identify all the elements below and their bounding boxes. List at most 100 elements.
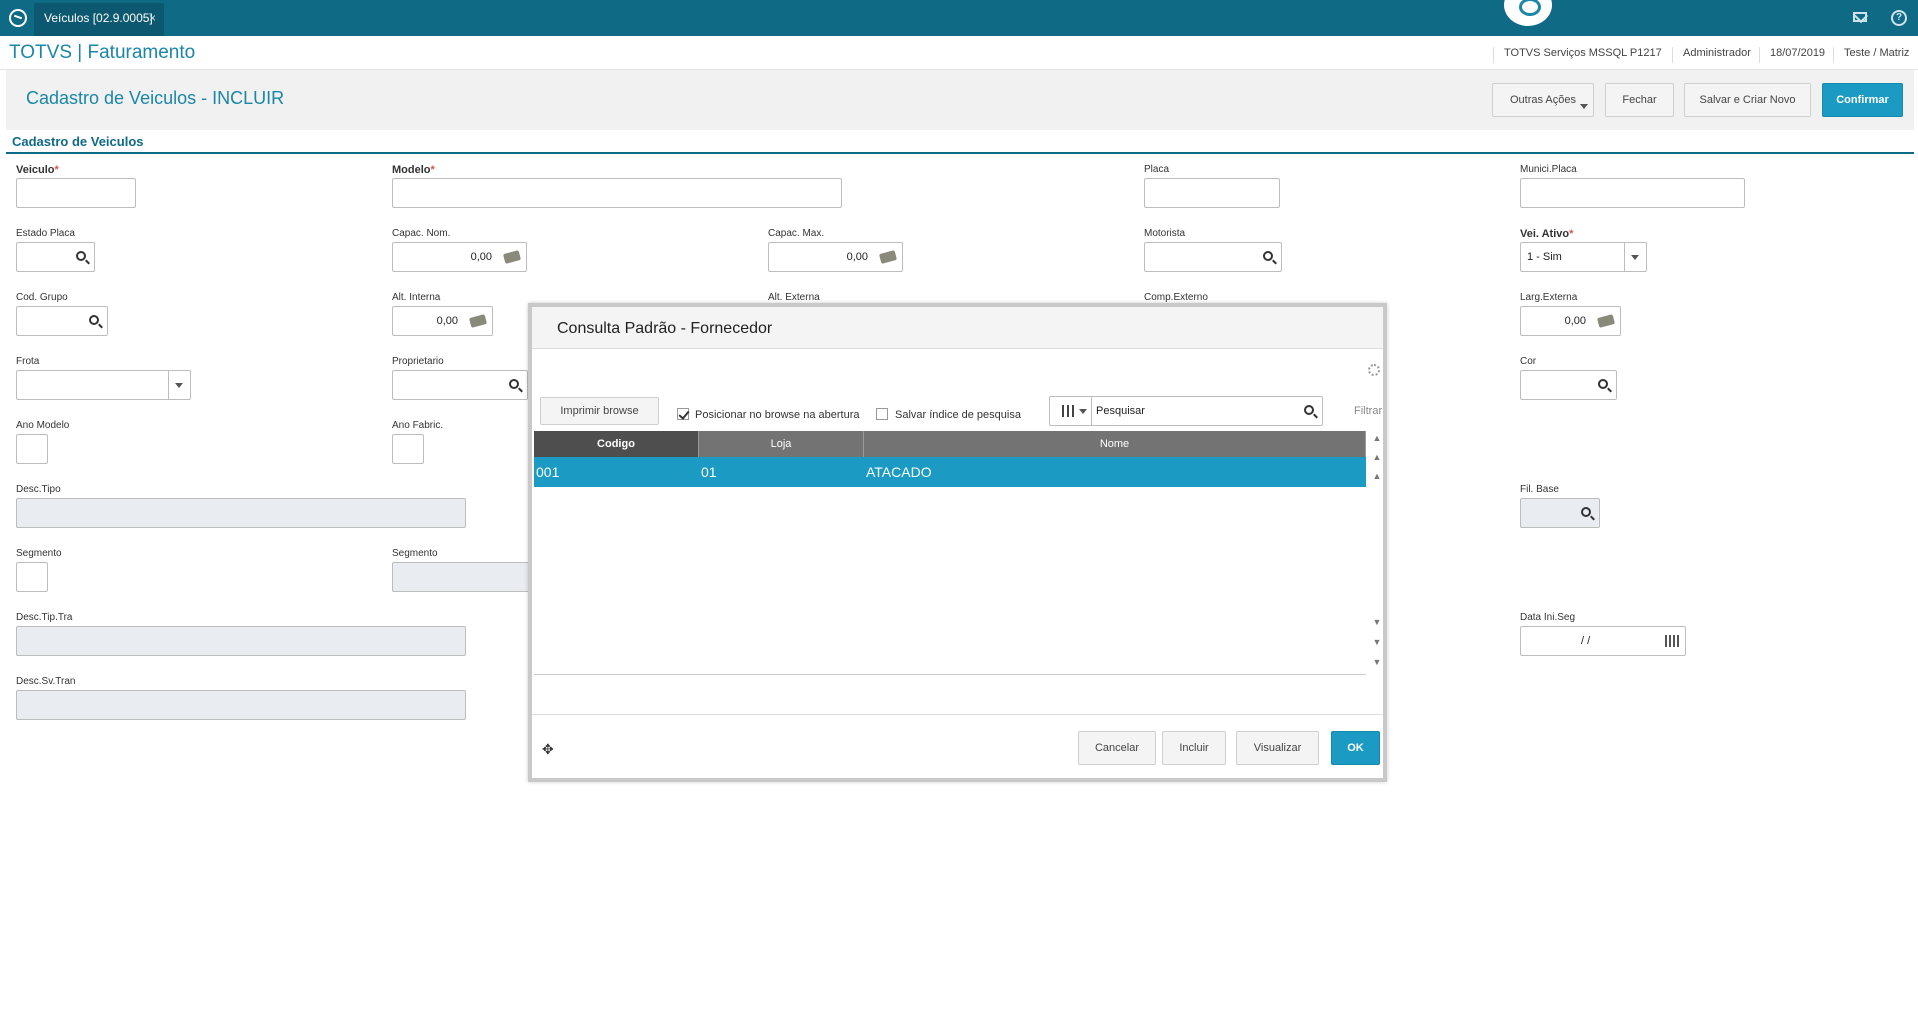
munici-placa-input[interactable] — [1520, 178, 1745, 208]
chevron-down-icon[interactable] — [168, 371, 190, 399]
scroll-up-icon[interactable]: ▲ — [1370, 471, 1384, 487]
calendar-icon[interactable] — [1665, 635, 1679, 647]
munici-placa-label: Munici.Placa — [1520, 164, 1577, 175]
outras-acoes-button[interactable]: Outras Ações — [1492, 83, 1594, 117]
search-icon[interactable] — [89, 315, 99, 325]
cor-input[interactable] — [1520, 370, 1617, 400]
ano-fabric-input[interactable] — [392, 434, 424, 464]
chevron-down-icon — [1580, 104, 1588, 109]
search-icon[interactable] — [1581, 507, 1591, 517]
scroll-page-down-icon[interactable]: ▼ — [1370, 637, 1384, 653]
calculator-icon[interactable] — [468, 314, 488, 328]
larg-externa-input[interactable]: 0,00 — [1520, 306, 1621, 336]
vei-ativo-label: Vei. Ativo* — [1520, 228, 1574, 240]
user-info: Administrador — [1672, 47, 1751, 63]
move-icon[interactable]: ✥ — [542, 741, 554, 758]
calculator-icon[interactable] — [1596, 314, 1616, 328]
filtrar-link[interactable]: Filtrar — [1354, 405, 1382, 417]
server-info: TOTVS Serviços MSSQL P1217 — [1493, 47, 1662, 63]
scroll-bottom-icon[interactable]: ▼ — [1370, 657, 1384, 673]
proprietario-input[interactable] — [392, 370, 528, 400]
ok-button[interactable]: OK — [1331, 731, 1380, 765]
ano-modelo-label: Ano Modelo — [16, 420, 70, 431]
placa-label: Placa — [1144, 164, 1170, 175]
alt-externa-label: Alt. Externa — [768, 292, 820, 303]
modelo-input[interactable] — [392, 178, 842, 208]
salvar-indice-checkbox[interactable] — [876, 408, 888, 420]
frota-label: Frota — [16, 356, 40, 367]
ano-modelo-input[interactable] — [16, 434, 48, 464]
estado-placa-input[interactable] — [16, 242, 95, 272]
capac-max-label: Capac. Max. — [768, 228, 825, 239]
data-ini-seg-input[interactable]: / / — [1520, 626, 1686, 656]
column-nome[interactable]: Nome — [864, 431, 1366, 457]
frota-select[interactable] — [16, 370, 191, 400]
scroll-page-up-icon[interactable]: ▲ — [1370, 452, 1384, 468]
column-codigo[interactable]: Codigo — [534, 431, 699, 457]
segmento-input[interactable] — [16, 562, 48, 592]
vei-ativo-value: 1 - Sim — [1527, 251, 1562, 263]
search-icon[interactable] — [76, 251, 86, 261]
grid-header: Codigo Loja Nome — [534, 431, 1366, 457]
scroll-down-icon[interactable]: ▼ — [1370, 617, 1384, 633]
incluir-button[interactable]: Incluir — [1162, 731, 1226, 765]
visualizar-button[interactable]: Visualizar — [1236, 731, 1319, 765]
consulta-padrao-dialog: Consulta Padrão - Fornecedor Imprimir br… — [528, 303, 1387, 782]
capac-max-input[interactable]: 0,00 — [768, 242, 903, 272]
motorista-label: Motorista — [1144, 228, 1186, 239]
section-title: Cadastro de Veiculos — [12, 134, 144, 149]
date-info: 18/07/2019 — [1759, 47, 1825, 63]
outras-acoes-label: Outras Ações — [1509, 94, 1577, 106]
help-icon[interactable]: ? — [1891, 10, 1907, 26]
alt-interna-input[interactable]: 0,00 — [392, 306, 493, 336]
home-icon[interactable] — [9, 9, 27, 27]
salvar-criar-novo-button[interactable]: Salvar e Criar Novo — [1684, 83, 1811, 117]
fechar-button[interactable]: Fechar — [1605, 83, 1674, 117]
fil-base-input[interactable] — [1520, 498, 1600, 528]
branch-info: Teste / Matriz — [1833, 47, 1909, 63]
search-icon[interactable] — [509, 379, 519, 389]
cod-grupo-input[interactable] — [16, 306, 108, 336]
veiculo-input[interactable] — [16, 178, 136, 208]
capac-max-value: 0,00 — [846, 251, 868, 263]
tab-veiculos[interactable]: Veículos [02.9.0005] × — [34, 3, 164, 36]
search-icon[interactable] — [1263, 251, 1273, 261]
pesquisar-input[interactable]: Pesquisar — [1049, 396, 1323, 426]
chat-icon[interactable] — [1504, 0, 1552, 26]
proprietario-label: Proprietario — [392, 356, 444, 367]
tab-close-icon[interactable]: × — [149, 3, 156, 33]
columns-icon[interactable] — [1054, 397, 1092, 425]
tab-label: Veículos [02.9.0005] — [44, 11, 153, 25]
chevron-down-icon[interactable] — [1624, 243, 1646, 271]
search-icon[interactable] — [1304, 405, 1314, 415]
capac-nom-input[interactable]: 0,00 — [392, 242, 527, 272]
calculator-icon[interactable] — [878, 250, 898, 264]
desc-tip-tra-label: Desc.Tip.Tra — [16, 612, 73, 623]
posicionar-label: Posicionar no browse na abertura — [695, 409, 860, 421]
cod-grupo-label: Cod. Grupo — [16, 292, 68, 303]
imprimir-browse-button[interactable]: Imprimir browse — [540, 397, 659, 425]
desc-sv-tran-label: Desc.Sv.Tran — [16, 676, 76, 687]
scroll-top-icon[interactable]: ▲ — [1370, 433, 1384, 449]
cancelar-button[interactable]: Cancelar — [1078, 731, 1156, 765]
capac-nom-value: 0,00 — [470, 251, 492, 263]
desc-tip-tra-input — [16, 626, 466, 656]
salvar-indice-label: Salvar índice de pesquisa — [895, 409, 1021, 421]
capac-nom-label: Capac. Nom. — [392, 228, 451, 239]
segmento-label: Segmento — [16, 548, 62, 559]
estado-placa-label: Estado Placa — [16, 228, 75, 239]
action-bar: Cadastro de Veiculos - INCLUIR Outras Aç… — [6, 70, 1914, 130]
cell-codigo: 001 — [536, 464, 560, 480]
posicionar-checkbox[interactable] — [677, 408, 689, 420]
cell-nome: ATACADO — [866, 464, 932, 480]
search-icon[interactable] — [1598, 379, 1608, 389]
table-row[interactable]: 001 01 ATACADO — [534, 457, 1366, 487]
confirmar-button[interactable]: Confirmar — [1822, 83, 1903, 117]
gear-icon[interactable] — [1368, 364, 1380, 376]
placa-input[interactable] — [1144, 178, 1280, 208]
vei-ativo-select[interactable]: 1 - Sim — [1520, 242, 1647, 272]
motorista-input[interactable] — [1144, 242, 1282, 272]
column-loja[interactable]: Loja — [699, 431, 864, 457]
calculator-icon[interactable] — [502, 250, 522, 264]
mail-icon[interactable] — [1853, 12, 1867, 22]
